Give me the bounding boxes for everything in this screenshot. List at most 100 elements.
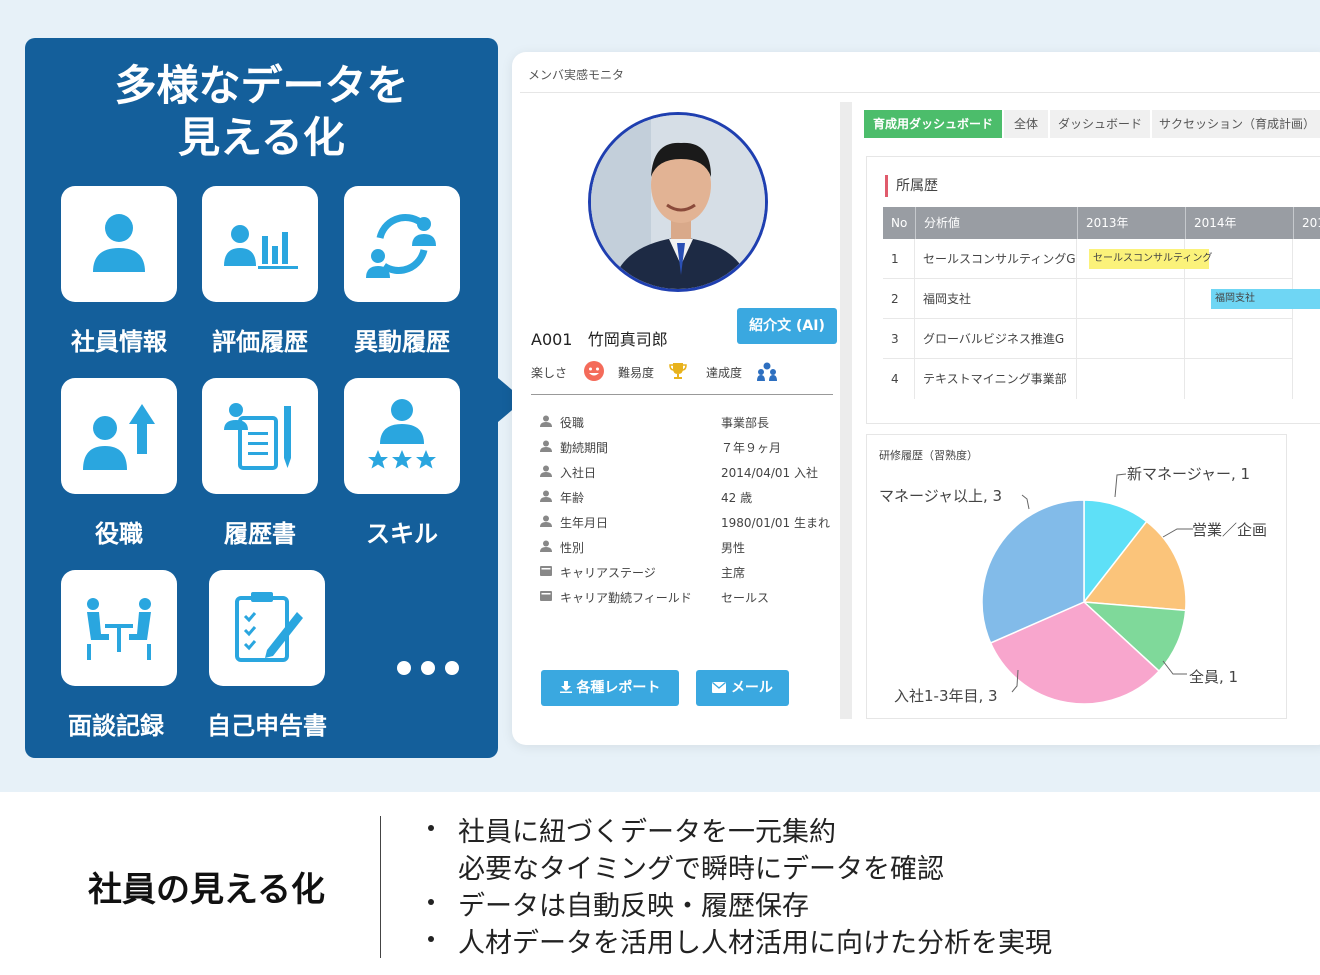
envelope-icon <box>712 682 727 693</box>
tile-position[interactable] <box>61 378 177 494</box>
grid-cell <box>1077 279 1185 319</box>
grid-cell-name: グローバルビジネス推進G <box>915 319 1077 359</box>
tile-label-evaluation-history: 評価履歴 <box>212 328 308 356</box>
more-icon[interactable] <box>397 660 469 679</box>
info-value: 男性 <box>721 541 746 555</box>
employee-name: 竹岡真司郎 <box>587 330 668 349</box>
employee-id-name: A001 竹岡真司郎 <box>531 326 668 350</box>
resume-icon <box>224 403 291 470</box>
training-history-panel: 研修履歴（習熟度） 新マネージャー, 1 営業／企画 全員, 1 入社1-3年目… <box>866 434 1287 719</box>
grid-cell-name: セールスコンサルティングG <box>915 239 1077 279</box>
folder-icon <box>540 591 552 601</box>
avatar <box>588 112 768 292</box>
timeline-bar-fukuoka: 福岡支社 <box>1211 289 1320 309</box>
info-value: セールス <box>721 591 770 605</box>
tile-label-transfer-history: 異動履歴 <box>354 328 450 356</box>
pie-label-new-hire: 入社1-3年目, 3 <box>894 687 998 705</box>
info-value: 42 歳 <box>721 491 753 505</box>
grid-cell-name: 福岡支社 <box>915 279 1077 319</box>
bullet-text: データは自動反映・履歴保存 <box>458 891 809 922</box>
grid-header-2013: 2013年 <box>1077 207 1185 239</box>
tile-label-skill: スキル <box>366 520 438 548</box>
info-key: キャリア勤続フィールド <box>560 591 692 605</box>
bullet-dot <box>428 936 434 942</box>
info-value: ７年９ヶ月 <box>721 441 782 455</box>
bullet-dot <box>428 899 434 905</box>
section-divider <box>380 816 381 958</box>
clipboard-pen-icon <box>235 592 303 662</box>
tab-dashboard[interactable]: ダッシュボード <box>1050 110 1150 138</box>
tab-training-dashboard[interactable]: 育成用ダッシュボード <box>864 110 1002 138</box>
person-up-arrow-icon <box>83 404 155 470</box>
info-key: 勤続期間 <box>560 441 609 455</box>
folder-icon <box>540 566 552 576</box>
pie-label-manager-plus: マネージャ以上, 3 <box>879 487 1003 505</box>
info-value: 2014/04/01 入社 <box>721 466 818 480</box>
profile-divider <box>531 394 833 395</box>
tile-label-position: 役職 <box>95 520 143 548</box>
tab-overall[interactable]: 全体 <box>1004 110 1048 138</box>
vertical-scrollbar[interactable] <box>840 102 852 719</box>
app-window: メンバ実感モニタ 紹介文 (AI) A001 竹岡真司郎 楽しさ 難易度 達成度… <box>512 52 1320 745</box>
tile-transfer-history[interactable] <box>344 186 460 302</box>
grid-cell <box>1077 319 1185 359</box>
team-icon <box>757 362 777 381</box>
person-small-icon <box>540 465 552 477</box>
leader-line <box>1114 473 1127 498</box>
tile-resume[interactable] <box>202 378 318 494</box>
smile-icon <box>584 361 604 381</box>
grid-cell-no: 4 <box>883 359 915 399</box>
panel-title-line1: 多様なデータを <box>114 61 409 110</box>
grid-cell-no: 3 <box>883 319 915 359</box>
section-title: 社員の見える化 <box>88 870 325 910</box>
mail-button-label: メール <box>730 680 773 696</box>
tile-evaluation-history[interactable] <box>202 186 318 302</box>
person-small-icon <box>540 540 552 552</box>
tile-self-report[interactable] <box>209 570 325 686</box>
timeline-bar-sales-consulting: セールスコンサルティング <box>1089 249 1212 269</box>
person-icon <box>93 214 145 272</box>
grid-header-2015: 201 <box>1293 207 1320 239</box>
trophy-icon <box>669 363 687 379</box>
app-title: メンバ実感モニタ <box>528 68 625 82</box>
info-key: 役職 <box>560 416 585 430</box>
info-key: 入社日 <box>560 466 597 480</box>
employee-photo-icon <box>591 115 765 289</box>
grid-header-value: 分析値 <box>915 207 1077 239</box>
grid-cell-name: テキストマイニング事業部 <box>915 359 1077 399</box>
reports-button[interactable]: 各種レポート <box>541 670 679 706</box>
info-value: 主席 <box>721 566 746 580</box>
affiliation-history-title: 所属歴 <box>885 175 938 197</box>
bullet-text: 必要なタイミングで瞬時にデータを確認 <box>458 854 944 885</box>
tile-label-self-report: 自己申告書 <box>207 712 327 740</box>
tile-label-employee-info: 社員情報 <box>71 328 167 356</box>
tile-employee-info[interactable] <box>61 186 177 302</box>
info-key: 年齢 <box>560 491 585 505</box>
tile-skill[interactable] <box>344 378 460 494</box>
panel-title: 多様なデータを 見える化 <box>25 60 498 164</box>
tile-label-resume: 履歴書 <box>224 520 296 548</box>
pie-label-all: 全員, 1 <box>1189 668 1239 686</box>
pie-label-sales-planning: 営業／企画 <box>1192 521 1268 539</box>
leader-line <box>1021 494 1030 510</box>
tile-label-interview-record: 面談記録 <box>68 712 164 740</box>
bullet-dot <box>428 825 434 831</box>
pie-label-new-manager: 新マネージャー, 1 <box>1127 465 1251 483</box>
person-small-icon <box>540 415 552 427</box>
mail-button[interactable]: メール <box>696 670 789 706</box>
person-chart-icon <box>224 225 298 269</box>
metric-fun-label: 楽しさ <box>531 366 568 380</box>
transfer-icon <box>366 214 436 278</box>
info-key: 生年月日 <box>560 516 609 530</box>
ai-intro-button[interactable]: 紹介文 (AI) <box>737 308 837 344</box>
info-key: キャリアステージ <box>560 566 656 580</box>
interview-icon <box>87 598 151 660</box>
tile-interview-record[interactable] <box>61 570 177 686</box>
grid-cell <box>1077 359 1185 399</box>
person-small-icon <box>540 515 552 527</box>
grid-header-2014: 2014年 <box>1185 207 1293 239</box>
bullet-text: 社員に紐づくデータを一元集約 <box>458 817 836 848</box>
panel-title-line2: 見える化 <box>178 113 345 162</box>
tab-succession[interactable]: サクセッション（育成計画） <box>1152 110 1320 138</box>
info-value: 事業部長 <box>721 416 770 430</box>
